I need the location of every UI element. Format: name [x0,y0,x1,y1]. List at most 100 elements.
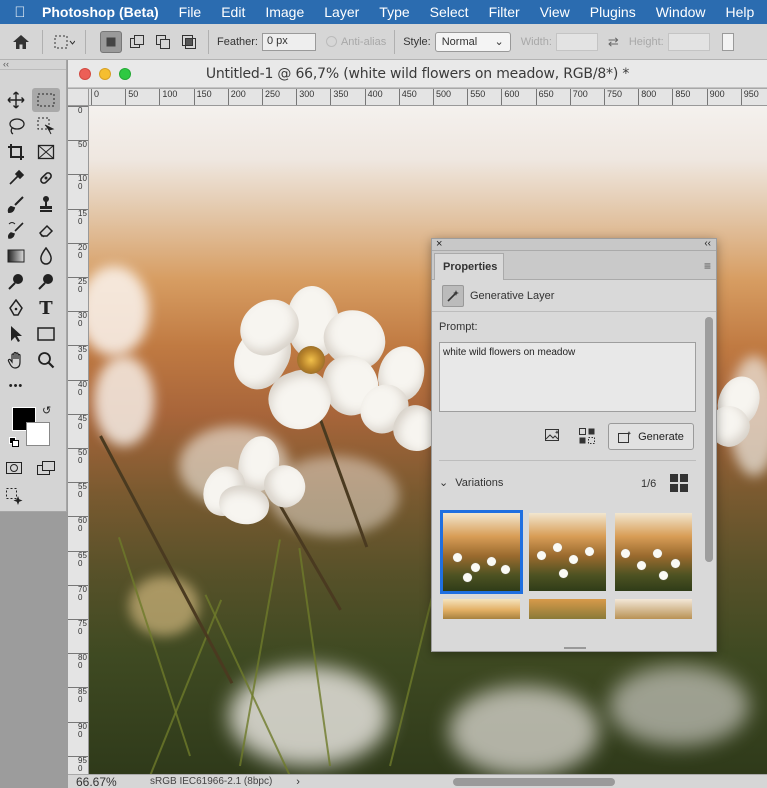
eraser-icon[interactable] [32,218,60,242]
variations-header[interactable]: ⌄ Variations 1/6 [439,474,696,492]
history-brush-icon[interactable] [2,218,30,242]
object-selection-icon[interactable] [32,114,60,138]
default-colors-icon[interactable] [9,436,19,450]
panel-menu-icon[interactable]: ≡ [704,259,711,273]
ruler-tick-label: 450 [398,89,417,105]
generate-button[interactable]: Generate [608,423,694,450]
width-input[interactable] [555,32,598,51]
zoom-window-icon[interactable] [119,68,131,80]
blur-icon[interactable] [32,244,60,268]
panel-resize-handle[interactable] [564,647,586,649]
hand-icon[interactable] [2,348,30,372]
bokeh-flower [609,666,749,746]
lasso-icon[interactable] [2,114,30,138]
clone-stamp-icon[interactable] [32,192,60,216]
document-title-bar: Untitled-1 @ 66,7% (white wild flowers o… [68,60,767,88]
variation-thumbnail-3[interactable] [615,513,692,591]
ruler-tick-label: 300 [68,311,88,328]
tab-properties[interactable]: Properties [434,253,504,280]
menu-help[interactable]: Help [716,4,765,20]
variation-thumbnail-4[interactable] [443,599,520,619]
select-and-mask-button[interactable] [721,32,734,51]
menu-file[interactable]: File [169,4,212,20]
panel-tabs: Properties ≡ [432,251,716,280]
menu-filter[interactable]: Filter [479,4,530,20]
move-tool-icon[interactable] [2,88,30,112]
menu-select[interactable]: Select [420,4,479,20]
minimize-window-icon[interactable] [99,68,111,80]
swap-dimensions-icon[interactable]: ⇄ [608,34,619,50]
apple-icon[interactable]:  [6,4,34,21]
brush-icon[interactable] [2,192,30,216]
add-selection-icon[interactable] [126,31,148,53]
menu-plugins[interactable]: Plugins [580,4,646,20]
gradient-icon[interactable] [2,244,30,268]
home-icon[interactable] [8,29,34,55]
background-color-swatch[interactable] [26,422,50,446]
variation-thumbnail-2[interactable] [529,513,606,591]
style-dropdown[interactable]: Normal ⌄ [434,31,511,52]
menu-view[interactable]: View [530,4,580,20]
type-tool-icon[interactable]: T [32,296,60,320]
menu-edit[interactable]: Edit [211,4,255,20]
prompt-textarea[interactable]: white wild flowers on meadow [439,342,696,412]
layer-type-label: Generative Layer [470,289,555,302]
feather-input[interactable]: 0 px [261,32,316,51]
edge-flower [700,370,767,456]
pen-icon[interactable] [2,296,30,320]
grid-view-icon[interactable] [670,474,688,492]
menu-window[interactable]: Window [646,4,716,20]
edit-toolbar-icon[interactable]: ••• [2,374,30,398]
frame-icon[interactable] [32,140,60,164]
horizontal-ruler[interactable]: 0 50 100 150 200 250 300 350 400 450 500 550 600 650 7… [89,89,767,106]
zoom-level[interactable]: 66.67% [68,775,128,788]
dodge-alt-icon[interactable] [32,270,60,294]
content-type-icon[interactable] [576,426,598,446]
marquee-preset-icon[interactable] [51,29,77,55]
quick-mask-icon[interactable] [0,456,28,480]
ruler-tick-label: 400 [364,89,383,105]
subtract-selection-icon[interactable] [152,31,174,53]
crop-icon[interactable] [2,140,30,164]
menu-image[interactable]: Image [255,4,314,20]
new-selection-icon[interactable] [100,30,122,53]
height-input[interactable] [667,32,710,51]
eyedropper-icon[interactable] [2,166,30,190]
ruler-origin[interactable] [68,89,89,106]
anti-alias-checkbox[interactable] [325,36,337,47]
close-panel-icon[interactable]: × [436,238,442,250]
swap-colors-icon[interactable]: ↺ [42,404,51,417]
zoom-icon[interactable] [32,348,60,372]
intersect-selection-icon[interactable] [178,31,200,53]
status-menu-arrow[interactable]: › [296,776,300,788]
tools-collapse[interactable]: ‹‹ [0,60,66,70]
horizontal-scrollbar[interactable] [453,778,615,786]
rectangular-marquee-icon[interactable] [32,88,60,112]
ruler-tick-label: 700 [68,584,88,602]
path-selection-icon[interactable] [2,322,30,346]
spot-healing-icon[interactable] [32,166,60,190]
ruler-tick-label: 300 [296,89,314,105]
variation-thumbnail-6[interactable] [615,599,692,619]
menu-layer[interactable]: Layer [314,4,369,20]
chevron-down-icon: ⌄ [439,477,449,489]
reference-image-icon[interactable] [542,426,564,446]
menu-type[interactable]: Type [369,4,419,20]
screen-mode-icon[interactable] [32,456,60,480]
ruler-tick-label: 950 [740,89,759,105]
menu-app[interactable]: Photoshop (Beta) [34,4,169,20]
panel-scrollbar[interactable] [705,317,713,562]
ruler-tick-label: 50 [125,89,138,105]
separator [85,29,86,54]
grass-blade [117,536,191,757]
collapse-panel-icon[interactable]: ‹‹ [704,238,711,249]
generative-fill-icon[interactable] [0,484,28,508]
rectangle-shape-icon[interactable] [32,322,60,346]
close-window-icon[interactable] [79,68,91,80]
ruler-tick-label: 0 [68,106,88,115]
variations-label: Variations [455,477,504,489]
variation-thumbnail-1[interactable] [440,510,523,594]
vertical-ruler[interactable]: 0 50 100 150 200 250 300 350 400 450 500 550 600 650 7… [68,106,89,774]
variation-thumbnail-5[interactable] [529,599,606,619]
dodge-icon[interactable] [2,270,30,294]
